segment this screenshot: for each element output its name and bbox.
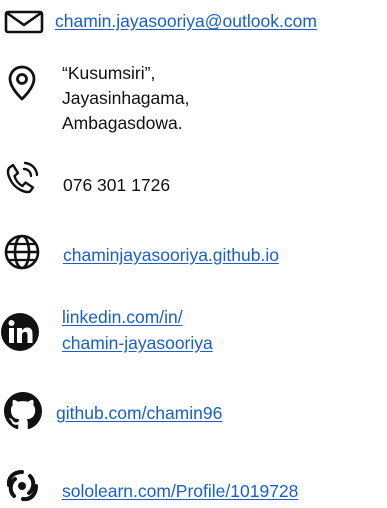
sololearn-icon [6,470,38,502]
github-icon [4,392,42,430]
github-link[interactable]: github.com/chamin96 [56,402,222,424]
phone-icon [6,161,39,194]
website-link[interactable]: chaminjayasooriya.github.io [63,244,279,266]
website-row: chaminjayasooriya.github.io [0,228,387,272]
github-row: github.com/chamin96 [0,390,387,434]
phone-number: 076 301 1726 [63,175,171,195]
linkedin-row: linkedin.com/in/ chamin-jayasooriya [0,300,387,360]
linkedin-icon [1,313,39,351]
location-pin-icon [8,65,36,101]
linkedin-link-line-2[interactable]: chamin-jayasooriya [62,332,213,354]
globe-icon [4,234,40,270]
address-line-1: “Kusumsiri”, [62,63,156,83]
linkedin-link-line-1[interactable]: linkedin.com/in/ [62,306,183,328]
email-row: chamin.jayasooriya@outlook.com [0,0,387,40]
sololearn-link[interactable]: sololearn.com/Profile/1019728 [62,480,298,502]
address-row: “Kusumsiri”, Jayasinhagama, Ambagasdowa. [0,50,387,140]
sololearn-row: sololearn.com/Profile/1019728 [0,464,387,508]
envelope-icon [4,10,44,34]
phone-row: 076 301 1726 [0,160,387,200]
email-link[interactable]: chamin.jayasooriya@outlook.com [55,10,317,32]
address-line-3: Ambagasdowa. [62,113,183,133]
address-line-2: Jayasinhagama, [62,88,190,108]
